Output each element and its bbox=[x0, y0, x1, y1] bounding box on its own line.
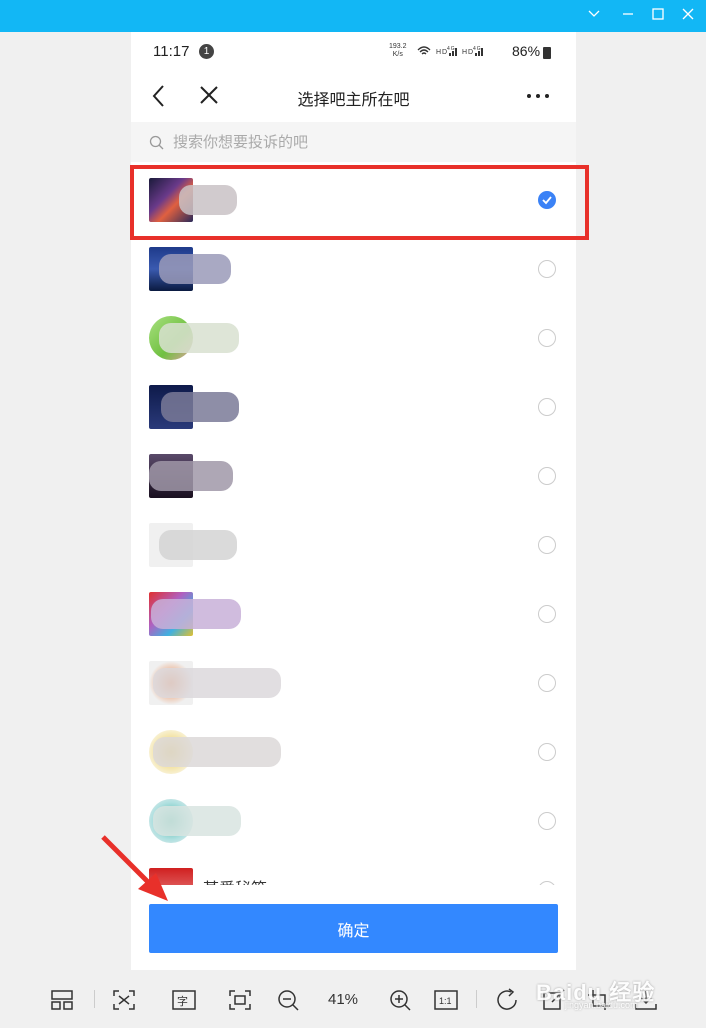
radio-unchecked[interactable] bbox=[538, 398, 556, 416]
zoom-level: 41% bbox=[327, 991, 359, 1008]
svg-text:4G: 4G bbox=[473, 46, 482, 52]
blurred-name bbox=[159, 254, 231, 284]
search-input[interactable] bbox=[173, 131, 553, 153]
window-titlebar bbox=[0, 0, 706, 32]
list-item[interactable] bbox=[131, 717, 576, 786]
battery-level: 86% bbox=[512, 43, 541, 59]
forum-list: 某爱秘笈 bbox=[131, 165, 576, 885]
list-item[interactable] bbox=[131, 648, 576, 717]
page-title: 选择吧主所在吧 bbox=[297, 92, 410, 109]
blurred-name bbox=[161, 392, 239, 422]
crop-frame-icon[interactable] bbox=[226, 988, 254, 1012]
rotate-icon[interactable] bbox=[494, 988, 522, 1012]
ocr-icon[interactable]: 字 bbox=[170, 988, 198, 1012]
net-speed: 193.2 K/s bbox=[389, 43, 407, 58]
toolbar-divider bbox=[476, 990, 477, 1008]
close-icon[interactable] bbox=[678, 6, 698, 26]
radio-unchecked[interactable] bbox=[538, 881, 556, 885]
status-time: 11:17 bbox=[153, 43, 190, 60]
red-arrow-annotation bbox=[98, 833, 178, 903]
confirm-button[interactable]: 确定 bbox=[149, 904, 558, 953]
svg-text:1:1: 1:1 bbox=[439, 996, 452, 1006]
actual-size-icon[interactable]: 1:1 bbox=[432, 988, 460, 1012]
radio-unchecked[interactable] bbox=[538, 605, 556, 623]
svg-text:字: 字 bbox=[177, 994, 188, 1008]
signal-icon: HD 4G HD 4G bbox=[416, 44, 506, 61]
radio-unchecked[interactable] bbox=[538, 536, 556, 554]
blurred-name bbox=[151, 599, 241, 629]
more-icon[interactable] bbox=[523, 82, 553, 110]
list-item[interactable] bbox=[131, 372, 576, 441]
radio-unchecked[interactable] bbox=[538, 743, 556, 761]
blurred-name bbox=[159, 323, 239, 353]
list-item[interactable] bbox=[131, 303, 576, 372]
nav-bar: 选择吧主所在吧 bbox=[131, 72, 576, 122]
blurred-name bbox=[149, 461, 233, 491]
radio-unchecked[interactable] bbox=[538, 674, 556, 692]
zoom-out-icon[interactable] bbox=[274, 988, 302, 1012]
radio-unchecked[interactable] bbox=[538, 329, 556, 347]
radio-unchecked[interactable] bbox=[538, 260, 556, 278]
list-item[interactable]: 某爱秘笈 bbox=[131, 855, 576, 885]
fit-window-icon[interactable] bbox=[110, 988, 138, 1012]
watermark-url: jingyan.baidu.com bbox=[565, 1000, 638, 1010]
forum-name: 某爱秘笈 bbox=[203, 875, 267, 885]
chevron-down-icon[interactable] bbox=[584, 6, 604, 26]
radio-unchecked[interactable] bbox=[538, 812, 556, 830]
zoom-in-icon[interactable] bbox=[386, 988, 414, 1012]
highlight-box bbox=[130, 165, 589, 240]
list-item[interactable] bbox=[131, 510, 576, 579]
radio-unchecked[interactable] bbox=[538, 467, 556, 485]
battery-icon bbox=[543, 47, 551, 59]
svg-text:4G: 4G bbox=[447, 46, 456, 52]
minimize-icon[interactable] bbox=[618, 6, 638, 26]
blurred-name bbox=[153, 806, 241, 836]
blurred-name bbox=[153, 668, 281, 698]
search-bar[interactable] bbox=[131, 122, 576, 162]
blurred-name bbox=[159, 530, 237, 560]
notification-badge: 1 bbox=[199, 44, 214, 59]
blurred-name bbox=[153, 737, 281, 767]
search-icon bbox=[149, 135, 165, 151]
toolbar-divider bbox=[94, 990, 95, 1008]
list-item[interactable] bbox=[131, 441, 576, 510]
list-item[interactable] bbox=[131, 579, 576, 648]
list-item[interactable] bbox=[131, 786, 576, 855]
maximize-icon[interactable] bbox=[648, 6, 668, 26]
list-item[interactable] bbox=[131, 234, 576, 303]
status-bar: 11:17 1 193.2 K/s HD 4G HD 4G 86% bbox=[131, 32, 576, 72]
thumbnails-icon[interactable] bbox=[48, 988, 76, 1012]
